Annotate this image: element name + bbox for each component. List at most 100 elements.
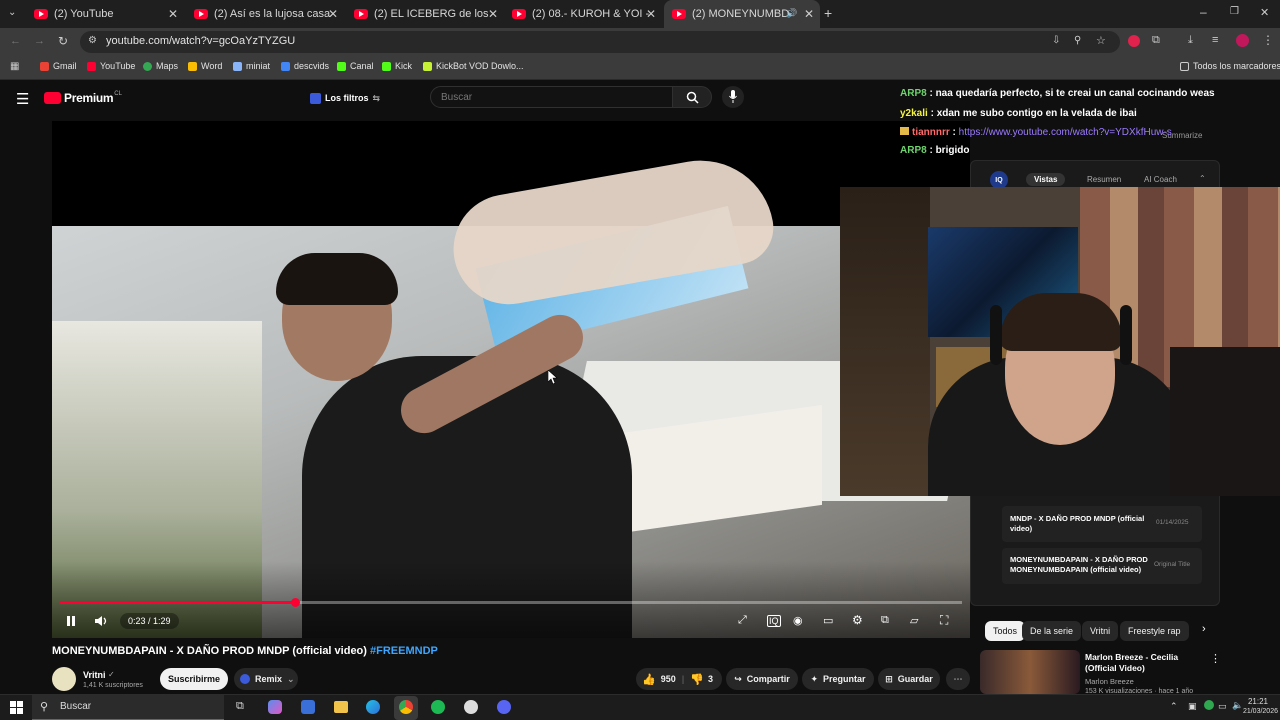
close-tab-icon[interactable]: ✕ (168, 7, 178, 21)
network-icon[interactable]: ▭ (1218, 701, 1227, 712)
task-view-icon[interactable]: ⧉ (236, 700, 244, 713)
chip-series[interactable]: De la serie (1022, 621, 1082, 641)
minimize-window-icon[interactable]: – (1200, 5, 1207, 19)
close-window-icon[interactable]: ✕ (1260, 6, 1269, 19)
edge-icon[interactable] (366, 700, 380, 714)
bookmark-word[interactable]: Word (188, 61, 222, 71)
channel-avatar[interactable] (52, 667, 76, 691)
bookmark-canal[interactable]: Canal (337, 61, 374, 71)
progress-scrubber[interactable] (290, 598, 300, 607)
settings-gear-icon[interactable]: ⚙ (852, 613, 863, 627)
browser-menu-icon[interactable]: ⋮ (1262, 33, 1274, 47)
clock-time[interactable]: 21:21 (1234, 697, 1268, 706)
share-button[interactable]: ↪ Compartir (726, 668, 798, 690)
back-icon[interactable]: ← (10, 35, 21, 47)
tab-search-icon[interactable]: ⌄ (8, 7, 16, 18)
chip-freestyle-rap[interactable]: Freestyle rap (1120, 621, 1189, 641)
progress-bar[interactable] (60, 601, 962, 604)
tab-kuroh[interactable]: (2) 08.- KUROH & YOI - PEPAS ✕ (504, 0, 662, 28)
downloads-icon[interactable]: ⤓ (1188, 34, 1193, 47)
all-bookmarks[interactable]: Todos los marcadores (1180, 61, 1280, 71)
rec-menu-icon[interactable]: ⋮ (1210, 652, 1221, 665)
close-tab-icon[interactable]: ✕ (328, 7, 338, 21)
rec-thumbnail[interactable] (980, 650, 1080, 694)
subscribe-button[interactable]: Suscribirme (160, 668, 228, 690)
tab-bykin[interactable]: (2) Así es la lujosa casa de Bykin ✕ (186, 0, 344, 28)
miniplayer-icon[interactable]: ⧉ (881, 614, 889, 627)
save-button[interactable]: ⊞ Guardar (878, 668, 940, 690)
close-tab-icon[interactable]: ✕ (488, 7, 498, 21)
chips-next-icon[interactable]: › (1202, 623, 1206, 635)
channel-name[interactable]: Vritni (83, 670, 106, 680)
speaker-icon[interactable]: 🔊 (786, 8, 797, 19)
dislike-icon[interactable]: 👎 (690, 673, 704, 686)
profile-avatar[interactable] (1236, 34, 1249, 47)
extension-row[interactable]: MNDP - X DAÑO PROD MNDP (official video)… (1002, 506, 1202, 542)
media-controls-icon[interactable]: ≡ (1212, 34, 1218, 46)
url-text[interactable]: youtube.com/watch?v=gcOaYzTYZGU (106, 35, 295, 47)
store-icon[interactable] (301, 700, 315, 714)
spotify-icon[interactable] (431, 700, 445, 714)
video-player[interactable] (52, 121, 970, 638)
new-tab-icon[interactable]: + (824, 5, 832, 21)
extension-row[interactable]: MONEYNUMBDAPAIN - X DAÑO PROD MONEYNUMBD… (1002, 548, 1202, 584)
bookmark-miniat[interactable]: miniat (233, 61, 270, 71)
extensions-icon[interactable]: ⧉ (1152, 34, 1160, 47)
tab-moneynumbdapain[interactable]: (2) MONEYNUMBDAPAIN 🔊 ✕ (664, 0, 820, 28)
search-button[interactable] (672, 86, 712, 108)
voice-search-button[interactable] (722, 86, 744, 108)
volume-button[interactable] (94, 614, 110, 628)
tray-status-icon[interactable] (1204, 700, 1214, 710)
obs-icon[interactable] (464, 700, 478, 714)
close-tab-icon[interactable]: ✕ (646, 7, 656, 21)
cast-icon[interactable]: ▱ (910, 614, 918, 627)
subtitles-icon[interactable]: ▭ (823, 614, 833, 627)
rec-channel[interactable]: Marlon Breeze (1085, 677, 1134, 686)
bookmark-gmail[interactable]: Gmail (40, 61, 77, 71)
chat-link[interactable]: https://www.youtube.com/watch?v=YDXkfHuw… (959, 127, 1172, 138)
extension-iq-icon[interactable]: IQ (767, 615, 781, 627)
pause-button[interactable] (64, 614, 80, 628)
clip-icon[interactable]: ⤢ (738, 614, 747, 627)
chip-all[interactable]: Todos (985, 621, 1026, 641)
collapse-chevron-icon[interactable]: ⌃ (1199, 174, 1206, 183)
video-hashtag[interactable]: #FREEMNDP (370, 645, 438, 657)
bookmark-star-icon[interactable]: ☆ (1096, 34, 1106, 47)
extension-tab-ai-coach[interactable]: AI Coach (1144, 175, 1177, 184)
close-tab-icon[interactable]: ✕ (804, 7, 814, 21)
tray-app-icon[interactable]: ▣ (1188, 701, 1197, 712)
zoom-icon[interactable]: ⚲ (1074, 35, 1081, 46)
file-explorer-icon[interactable] (334, 701, 348, 713)
copilot-icon[interactable] (268, 700, 282, 714)
filters-button[interactable]: Los filtros ⇆ (310, 90, 380, 106)
ask-button[interactable]: ✦ Preguntar (802, 668, 874, 690)
record-extension-icon[interactable] (1128, 35, 1140, 47)
search-input[interactable]: Buscar (430, 86, 673, 108)
install-icon[interactable]: ⇩ (1052, 35, 1060, 46)
bookmark-kick[interactable]: Kick (382, 61, 412, 71)
bookmark-kickbot[interactable]: KickBot VOD Dowlo... (423, 61, 524, 71)
reload-icon[interactable]: ↻ (58, 34, 68, 48)
address-bar[interactable]: ⚙ youtube.com/watch?v=gcOaYzTYZGU ⇩ ⚲ ☆ (80, 31, 1120, 53)
autoplay-toggle-icon[interactable]: ◉ (793, 614, 803, 627)
bookmark-descvids[interactable]: descvids (281, 61, 329, 71)
forward-icon[interactable]: → (34, 35, 45, 47)
rec-title[interactable]: Marlon Breeze - Cecilia (Official Video) (1085, 652, 1210, 674)
fullscreen-icon[interactable]: ⛶ (940, 613, 948, 628)
more-actions-button[interactable]: ⋯ (946, 668, 970, 690)
discord-icon[interactable] (497, 700, 511, 714)
tab-iceberg[interactable]: (2) EL ICEBERG de los MISTERIO ✕ (346, 0, 504, 28)
tray-chevron-icon[interactable]: ⌃ (1170, 701, 1178, 712)
windows-start-icon[interactable] (10, 701, 23, 714)
like-icon[interactable]: 👍 (642, 673, 656, 686)
restore-window-icon[interactable]: ❐ (1230, 6, 1239, 17)
apps-grid-icon[interactable]: ▦ (10, 61, 19, 72)
chip-vritni[interactable]: Vritni (1082, 621, 1119, 641)
bookmark-maps[interactable]: Maps (143, 61, 178, 71)
site-info-icon[interactable]: ⚙ (88, 35, 97, 46)
tab-youtube-home[interactable]: (2) YouTube ✕ (26, 0, 184, 28)
hamburger-menu-icon[interactable]: ☰ (16, 90, 29, 108)
like-count[interactable]: 950 (661, 674, 676, 684)
youtube-logo[interactable]: Premium CL (44, 91, 122, 105)
bookmark-youtube[interactable]: YouTube (87, 61, 135, 71)
